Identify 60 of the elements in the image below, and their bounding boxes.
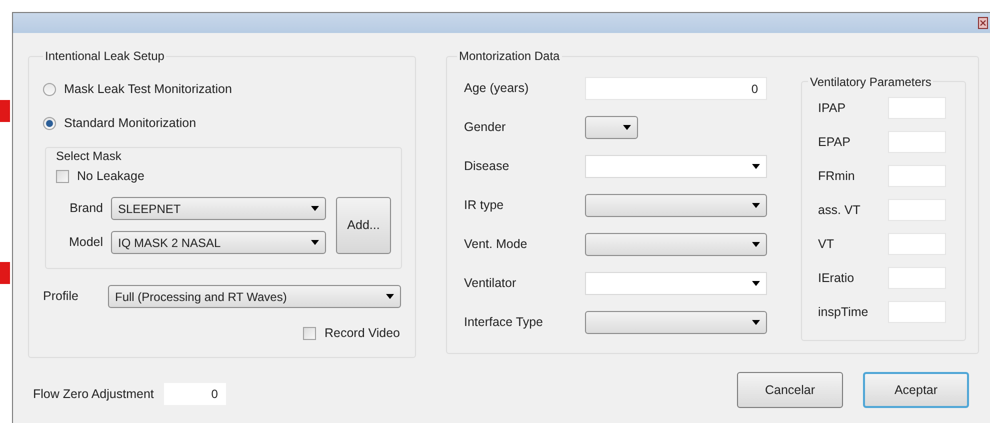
checkbox[interactable] bbox=[303, 326, 316, 340]
radio-button[interactable] bbox=[43, 82, 56, 96]
dialog-button[interactable]: Cancelar bbox=[737, 372, 843, 408]
caret-icon bbox=[752, 164, 760, 169]
radio-button[interactable] bbox=[43, 116, 56, 130]
field-label: Gender bbox=[464, 119, 507, 136]
input-field[interactable] bbox=[888, 199, 946, 221]
input-field[interactable] bbox=[888, 267, 946, 289]
field-label: Interface Type bbox=[464, 314, 544, 332]
input-field[interactable] bbox=[888, 233, 946, 255]
input-field[interactable] bbox=[888, 131, 946, 153]
checkbox-label: Record Video bbox=[324, 324, 400, 342]
field-label: IPAP bbox=[818, 100, 847, 117]
field-label: Vent. Mode bbox=[464, 236, 528, 254]
combo-box[interactable] bbox=[585, 272, 767, 295]
dropdown[interactable] bbox=[585, 194, 767, 217]
group-title: Intentional Leak Setup bbox=[43, 48, 166, 64]
input-field[interactable]: 0 bbox=[164, 383, 226, 405]
field-label: IEratio bbox=[818, 270, 856, 287]
group-title: Ventilatory Parameters bbox=[808, 74, 934, 90]
dropdown[interactable]: SLEEPNET bbox=[111, 197, 326, 220]
field-label: EPAP bbox=[818, 134, 852, 151]
dropdown[interactable]: IQ MASK 2 NASAL bbox=[111, 231, 326, 254]
checkbox-label: No Leakage bbox=[77, 168, 144, 185]
caret-icon bbox=[752, 203, 760, 208]
field-label: Model bbox=[68, 234, 104, 252]
field-label: VT bbox=[818, 236, 835, 253]
field-label: Disease bbox=[464, 158, 510, 176]
caret-icon bbox=[752, 281, 760, 286]
radio-label: Mask Leak Test Monitorization bbox=[64, 80, 232, 98]
field-label: Age (years) bbox=[464, 80, 530, 98]
field-label: inspTime bbox=[818, 304, 870, 321]
field-label: Brand bbox=[68, 200, 104, 218]
dropdown[interactable] bbox=[585, 311, 767, 334]
caret-icon bbox=[752, 242, 760, 247]
caret-icon bbox=[386, 294, 394, 299]
field-label: FRmin bbox=[818, 168, 856, 185]
dropdown[interactable] bbox=[585, 233, 767, 256]
field-label: Flow Zero Adjustment bbox=[33, 386, 154, 403]
input-field[interactable] bbox=[888, 165, 946, 187]
radio-label: Standard Monitorization bbox=[64, 114, 196, 132]
caret-icon bbox=[311, 206, 319, 211]
add-button[interactable]: Add... bbox=[336, 197, 391, 254]
dialog-button[interactable]: Aceptar bbox=[863, 372, 969, 408]
dropdown[interactable] bbox=[585, 116, 638, 139]
input-field[interactable] bbox=[888, 97, 946, 119]
checkbox[interactable] bbox=[56, 170, 69, 182]
group-title: Select Mask bbox=[56, 149, 122, 163]
field-label: Profile bbox=[43, 288, 80, 306]
close-icon[interactable] bbox=[978, 17, 988, 29]
combo-box[interactable] bbox=[585, 155, 767, 178]
caret-icon bbox=[752, 320, 760, 325]
input-field[interactable]: 0 bbox=[585, 77, 767, 100]
field-label: IR type bbox=[464, 197, 505, 214]
field-label: ass. VT bbox=[818, 202, 862, 219]
caret-icon bbox=[623, 125, 631, 130]
input-field[interactable] bbox=[888, 301, 946, 323]
field-label: Ventilator bbox=[464, 275, 518, 292]
dropdown[interactable]: Full (Processing and RT Waves) bbox=[108, 285, 401, 308]
caret-icon bbox=[311, 240, 319, 245]
